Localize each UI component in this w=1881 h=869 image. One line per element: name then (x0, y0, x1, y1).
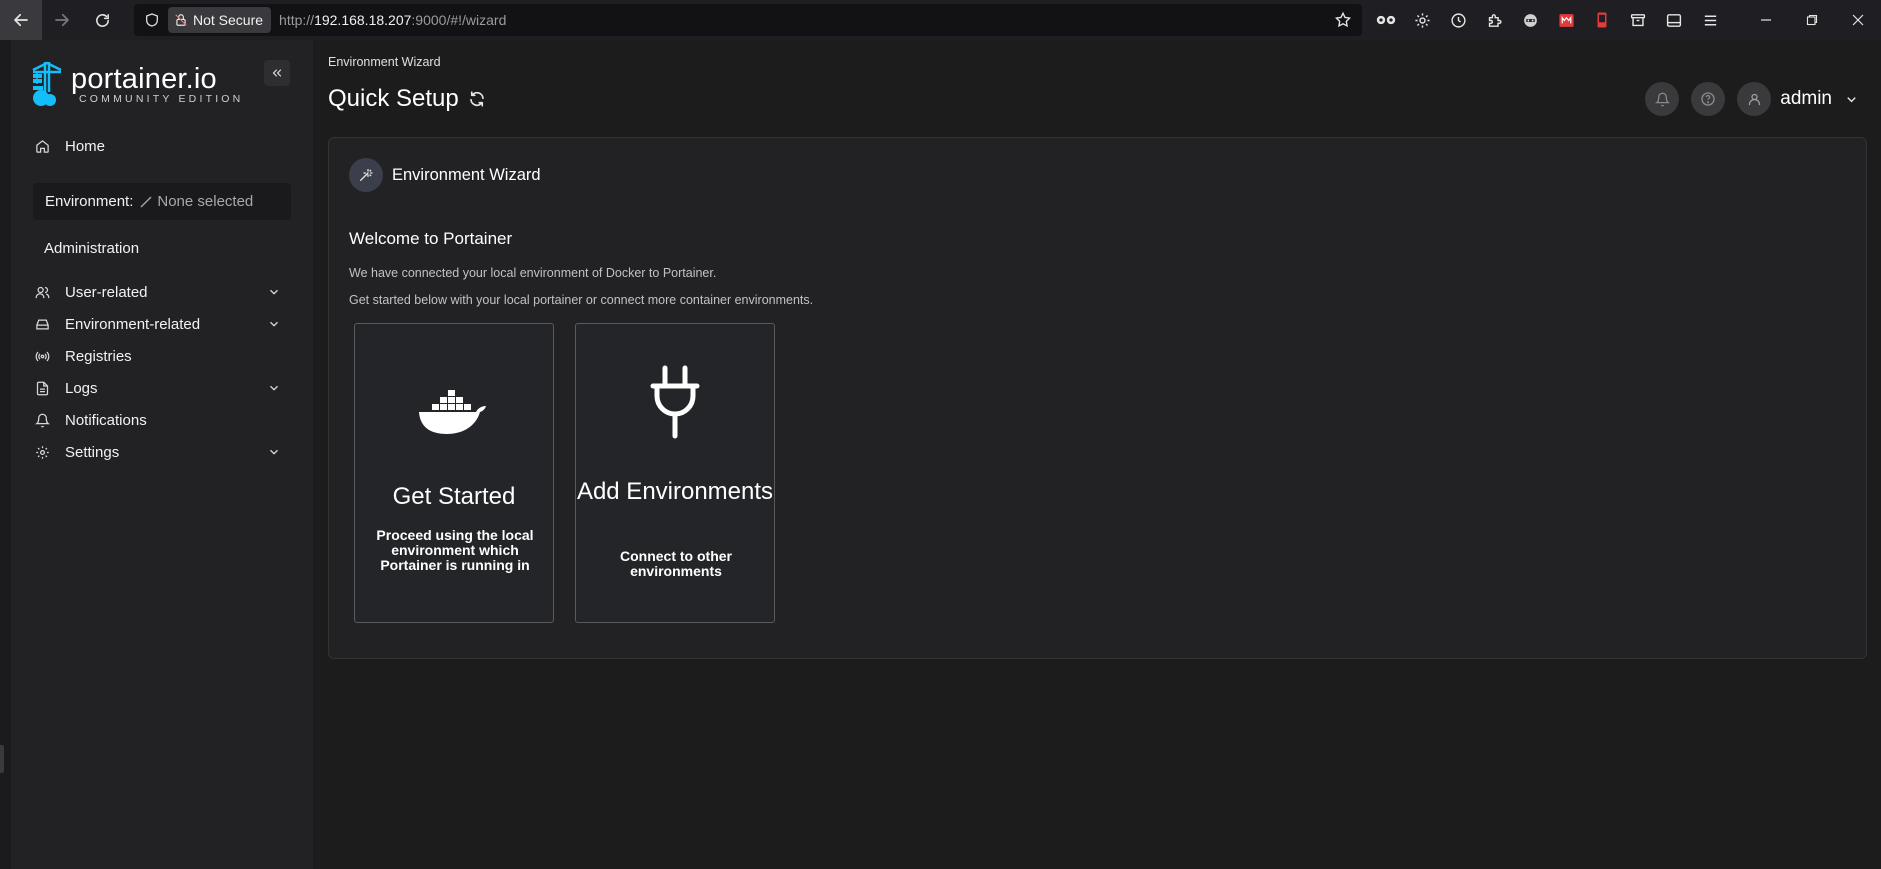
privacy-badger-icon[interactable] (1512, 0, 1548, 40)
sidebar-item-label: Logs (65, 379, 98, 397)
sidebar-item-label: Notifications (65, 411, 147, 429)
logo-name: portainer.io (71, 62, 217, 95)
wizard-title: Environment Wizard (392, 165, 541, 184)
help-circle-icon (1701, 92, 1715, 106)
container-tab-icon[interactable] (1620, 0, 1656, 40)
minimize-icon (1761, 19, 1771, 21)
breadcrumb: Environment Wizard (328, 55, 441, 69)
shield-icon (144, 12, 160, 28)
settings-gear-icon[interactable] (1404, 0, 1440, 40)
administration-heading: Administration (44, 240, 140, 257)
chevron-down-icon (270, 321, 278, 327)
home-icon (33, 137, 51, 155)
sidebar-item-logs[interactable]: Logs (33, 374, 291, 402)
page-title-text: Quick Setup (328, 85, 459, 112)
back-button[interactable] (0, 0, 42, 40)
user-name[interactable]: admin (1780, 88, 1832, 110)
sidebar-item-settings[interactable]: Settings (33, 438, 291, 466)
extensions-puzzle-icon[interactable] (1476, 0, 1512, 40)
environment-selector[interactable]: Environment: None selected (33, 183, 291, 220)
add-environments-title: Add Environments (576, 478, 774, 505)
wizard-panel-header: Environment Wizard (349, 158, 541, 192)
edge-scroll-handle[interactable] (0, 745, 4, 773)
refresh-icon[interactable] (468, 90, 486, 108)
avatar[interactable] (1737, 82, 1772, 116)
get-started-description: Proceed using the local environment whic… (376, 527, 534, 573)
sidebar-item-user-related[interactable]: User-related (33, 278, 291, 306)
environment-label: Environment: (45, 193, 134, 210)
reload-icon (95, 13, 109, 27)
sidebar-item-label: Home (65, 137, 106, 155)
bell-icon (1654, 92, 1670, 106)
collapse-sidebar-button[interactable] (264, 60, 290, 86)
sidebar-item-label: Settings (65, 443, 120, 461)
sidebar-item-label: User-related (65, 283, 148, 301)
not-secure-badge[interactable]: Not Secure (168, 7, 272, 33)
url-host: 192.168.18.207 (314, 12, 412, 28)
chevron-down-icon (270, 289, 278, 295)
sidebar-item-label: Registries (65, 347, 132, 365)
magic-wand-icon (349, 158, 383, 192)
arrow-right-icon (55, 13, 69, 27)
slash-icon (140, 196, 152, 207)
welcome-description-2: Get started below with your local portai… (349, 293, 814, 307)
portainer-logo[interactable]: portainer.io COMMUNITY EDITION (31, 60, 243, 108)
red-phone-icon[interactable] (1584, 0, 1620, 40)
reload-button[interactable] (82, 0, 122, 40)
sidebar-icon[interactable] (1656, 0, 1692, 40)
red-extension-icon[interactable] (1548, 0, 1584, 40)
wizard-panel: Environment Wizard Welcome to Portainer … (328, 137, 1867, 659)
sidebar: portainer.io COMMUNITY EDITION Home Envi… (11, 40, 313, 869)
history-clock-icon[interactable] (1440, 0, 1476, 40)
sidebar-item-home[interactable]: Home (33, 132, 291, 160)
bookmark-star-icon[interactable] (1334, 11, 1352, 29)
address-bar[interactable]: Not Secure http://192.168.18.207:9000/#!… (134, 4, 1362, 36)
minimize-button[interactable] (1743, 0, 1789, 40)
mask-extension-icon[interactable] (1368, 0, 1404, 40)
chevrons-left-icon (272, 69, 282, 77)
restore-icon (1806, 14, 1818, 26)
sidebar-item-notifications[interactable]: Notifications (33, 406, 291, 434)
not-secure-label: Not Secure (193, 12, 264, 28)
arrow-left-icon (14, 13, 28, 27)
chevron-down-icon[interactable] (1844, 92, 1859, 107)
chevron-down-icon (270, 449, 278, 455)
users-icon (33, 283, 51, 301)
restore-button[interactable] (1789, 0, 1835, 40)
welcome-heading: Welcome to Portainer (349, 229, 513, 248)
bell-icon (33, 411, 51, 429)
environment-value: None selected (157, 193, 254, 210)
add-environments-description: Connect to other environments (620, 548, 732, 579)
help-button[interactable] (1691, 82, 1726, 116)
portainer-crane-icon (32, 61, 62, 106)
page-title: Quick Setup (328, 85, 486, 113)
url-path: :9000/#!/wizard (411, 12, 507, 28)
get-started-card[interactable]: Get Started Proceed using the local envi… (354, 323, 554, 623)
plug-icon (576, 364, 774, 440)
user-icon (1748, 93, 1760, 105)
lock-slash-icon (175, 14, 187, 26)
close-window-button[interactable] (1835, 0, 1881, 40)
url-text[interactable]: http://192.168.18.207:9000/#!/wizard (279, 12, 506, 28)
url-scheme: http:// (279, 12, 315, 28)
logo-subtitle: COMMUNITY EDITION (79, 92, 244, 105)
add-environments-card[interactable]: Add Environments Connect to other enviro… (575, 323, 775, 623)
sidebar-item-registries[interactable]: Registries (33, 342, 291, 370)
welcome-description-1: We have connected your local environment… (349, 266, 717, 280)
chevron-down-icon (270, 385, 278, 391)
main-content: Environment Wizard Quick Setup admin Env… (313, 40, 1881, 869)
browser-toolbar: Not Secure http://192.168.18.207:9000/#!… (0, 0, 1881, 40)
notifications-button[interactable] (1645, 82, 1680, 116)
menu-hamburger-icon[interactable] (1692, 0, 1728, 40)
close-icon (1852, 14, 1864, 26)
get-started-title: Get Started (392, 483, 516, 510)
gear-icon (33, 443, 51, 461)
sidebar-item-label: Environment-related (65, 315, 201, 333)
sidebar-item-environment-related[interactable]: Environment-related (33, 310, 291, 338)
forward-button[interactable] (42, 0, 82, 40)
drive-icon (33, 315, 51, 333)
docker-whale-icon (355, 384, 553, 440)
file-text-icon (33, 379, 51, 397)
broadcast-icon (33, 347, 51, 365)
